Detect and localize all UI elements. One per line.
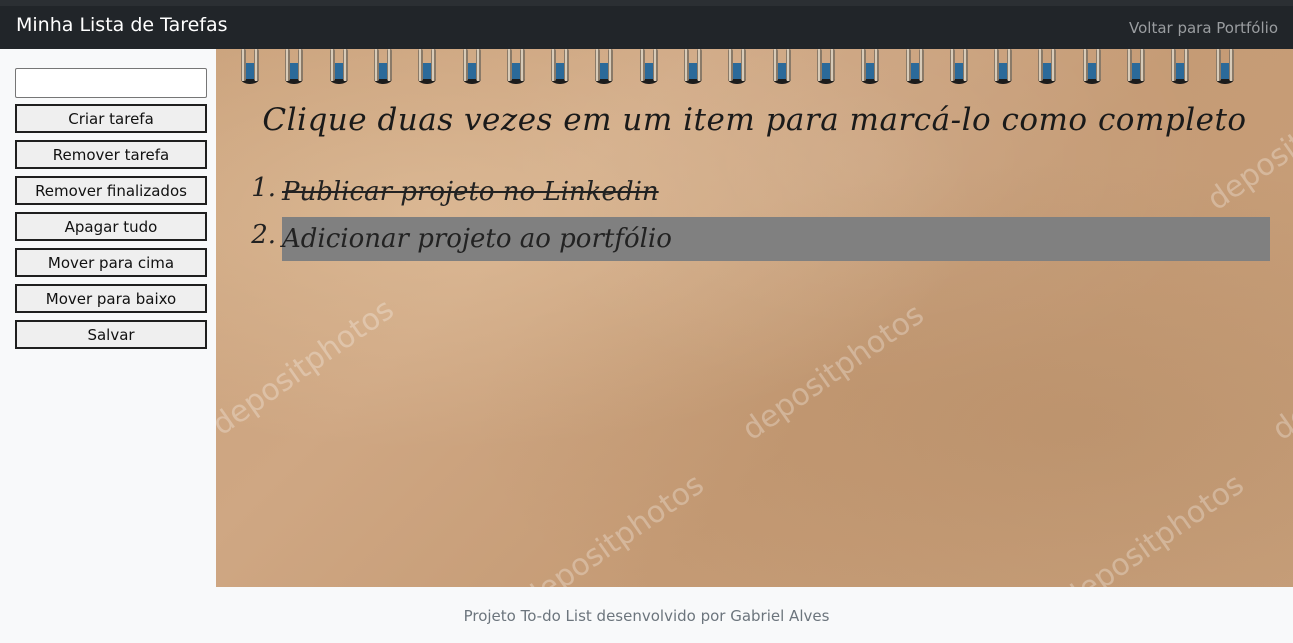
spiral-ring <box>1171 49 1190 84</box>
task-number: 1. <box>251 173 276 203</box>
watermark: depositphotos <box>516 466 711 587</box>
move-down-button[interactable]: Mover para baixo <box>15 284 207 313</box>
spiral-ring <box>506 49 525 84</box>
clear-all-button[interactable]: Apagar tudo <box>15 212 207 241</box>
task-item-completed[interactable]: Publicar projeto no Linkedin <box>282 170 659 214</box>
spiral-ring <box>1082 49 1101 84</box>
spiral-ring <box>905 49 924 84</box>
spiral-ring <box>1215 49 1234 84</box>
watermark: depositphotos <box>1266 296 1293 448</box>
spiral-ring <box>551 49 570 84</box>
save-button[interactable]: Salvar <box>15 320 207 349</box>
back-to-portfolio-link[interactable]: Voltar para Portfólio <box>1129 19 1278 37</box>
spiral-ring <box>949 49 968 84</box>
spiral-ring <box>373 49 392 84</box>
watermark: depositphotos <box>1056 466 1251 587</box>
instruction-text: Clique duas vezes em um item para marcá-… <box>262 102 1247 138</box>
create-task-button[interactable]: Criar tarefa <box>15 104 207 133</box>
notebook-spiral <box>216 49 1293 89</box>
task-number: 2. <box>251 220 276 250</box>
remove-task-button[interactable]: Remover tarefa <box>15 140 207 169</box>
spiral-ring <box>639 49 658 84</box>
spiral-ring <box>462 49 481 84</box>
navbar: Minha Lista de Tarefas Voltar para Portf… <box>0 6 1293 49</box>
sidebar: Criar tarefa Remover tarefa Remover fina… <box>0 49 216 587</box>
spiral-ring <box>816 49 835 84</box>
task-item-selected[interactable]: Adicionar projeto ao portfólio <box>282 217 1270 261</box>
spiral-ring <box>728 49 747 84</box>
spiral-ring <box>1127 49 1145 84</box>
spiral-ring <box>418 49 437 84</box>
watermark: depositphotos <box>1201 66 1293 218</box>
spiral-ring <box>994 49 1013 84</box>
spiral-ring <box>285 49 304 84</box>
footer: Projeto To-do List desenvolvido por Gabr… <box>0 587 1293 643</box>
remove-completed-button[interactable]: Remover finalizados <box>15 176 207 205</box>
spiral-ring <box>684 49 702 84</box>
spiral-ring <box>329 49 348 84</box>
spiral-ring <box>861 49 880 84</box>
move-up-button[interactable]: Mover para cima <box>15 248 207 277</box>
spiral-ring <box>772 49 791 84</box>
app-title: Minha Lista de Tarefas <box>16 14 228 36</box>
spiral-ring <box>1038 49 1057 84</box>
watermark: depositphotos <box>216 291 401 443</box>
footer-credit: Projeto To-do List desenvolvido por Gabr… <box>463 607 830 625</box>
spiral-ring <box>595 49 614 84</box>
notebook-area: depositphotos depositphotos depositphoto… <box>216 49 1293 587</box>
spiral-ring <box>241 49 259 84</box>
watermark: depositphotos <box>736 296 931 448</box>
task-input[interactable] <box>15 68 207 98</box>
